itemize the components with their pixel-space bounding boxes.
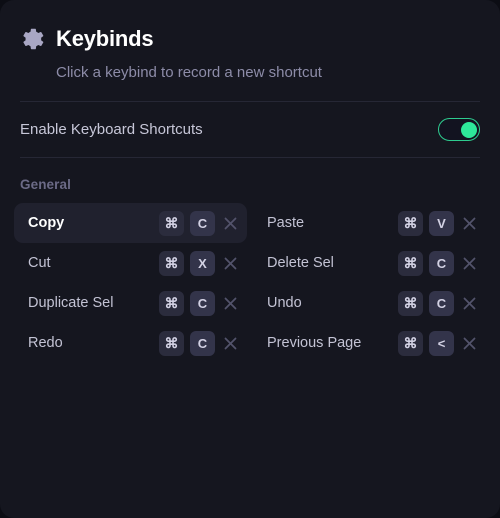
enable-shortcuts-row: Enable Keyboard Shortcuts [0, 102, 500, 157]
keybind-keys[interactable]: ⌘ C [159, 210, 215, 236]
keybind-row[interactable]: Duplicate Sel ⌘ C [14, 283, 247, 323]
gear-icon [20, 27, 44, 51]
keybind-label: Redo [28, 335, 63, 351]
key-chip[interactable]: V [429, 210, 454, 236]
keybind-row[interactable]: Copy ⌘ C [14, 203, 247, 243]
close-icon[interactable] [458, 252, 480, 274]
enable-shortcuts-label: Enable Keyboard Shortcuts [20, 121, 203, 138]
keybind-keys[interactable]: ⌘ < [398, 330, 454, 356]
key-chip-modifier[interactable]: ⌘ [398, 210, 423, 236]
key-chip[interactable]: X [190, 250, 215, 276]
close-icon[interactable] [219, 332, 241, 354]
keybind-keys[interactable]: ⌘ C [398, 290, 454, 316]
key-chip-modifier[interactable]: ⌘ [398, 290, 423, 316]
keybind-keys[interactable]: ⌘ C [159, 330, 215, 356]
key-chip-modifier[interactable]: ⌘ [398, 250, 423, 276]
keybind-label: Delete Sel [267, 255, 334, 271]
keybind-label: Copy [28, 215, 65, 231]
title-row: Keybinds [20, 22, 480, 56]
keybind-label: Previous Page [267, 335, 362, 351]
key-chip-modifier[interactable]: ⌘ [159, 330, 184, 356]
key-chip[interactable]: C [429, 290, 454, 316]
keybind-grid: Copy ⌘ C Paste ⌘ V Cut ⌘ X Delete Sel ⌘ C Duplicate … [0, 203, 500, 363]
close-icon[interactable] [458, 292, 480, 314]
close-icon[interactable] [219, 212, 241, 234]
panel-subtitle: Click a keybind to record a new shortcut [56, 64, 322, 81]
page-title: Keybinds [56, 26, 154, 51]
keybind-keys[interactable]: ⌘ C [159, 290, 215, 316]
keybind-keys[interactable]: ⌘ V [398, 210, 454, 236]
keybind-row[interactable]: Delete Sel ⌘ C [253, 243, 486, 283]
panel-header: Keybinds Click a keybind to record a new… [0, 0, 500, 80]
keybind-label: Paste [267, 215, 305, 231]
key-chip[interactable]: C [429, 250, 454, 276]
close-icon[interactable] [458, 212, 480, 234]
keybind-keys[interactable]: ⌘ C [398, 250, 454, 276]
keybind-row[interactable]: Previous Page ⌘ < [253, 323, 486, 363]
key-chip[interactable]: C [190, 290, 215, 316]
keybind-label: Cut [28, 255, 51, 271]
enable-shortcuts-toggle[interactable] [438, 118, 480, 141]
keybind-label: Undo [267, 295, 302, 311]
key-chip[interactable]: C [190, 330, 215, 356]
keybinds-panel: Keybinds Click a keybind to record a new… [0, 0, 500, 518]
toggle-knob [461, 121, 477, 138]
key-chip-modifier[interactable]: ⌘ [398, 330, 423, 356]
key-chip-modifier[interactable]: ⌘ [159, 210, 184, 236]
close-icon[interactable] [219, 252, 241, 274]
section-title-general: General [20, 177, 71, 192]
keybind-row[interactable]: Cut ⌘ X [14, 243, 247, 283]
key-chip-modifier[interactable]: ⌘ [159, 250, 184, 276]
keybind-row[interactable]: Redo ⌘ C [14, 323, 247, 363]
close-icon[interactable] [458, 332, 480, 354]
keybind-row[interactable]: Undo ⌘ C [253, 283, 486, 323]
keybind-row[interactable]: Paste ⌘ V [253, 203, 486, 243]
keybind-keys[interactable]: ⌘ X [159, 250, 215, 276]
close-icon[interactable] [219, 292, 241, 314]
key-chip[interactable]: C [190, 210, 215, 236]
keybind-label: Duplicate Sel [28, 295, 114, 311]
key-chip[interactable]: < [429, 330, 454, 356]
key-chip-modifier[interactable]: ⌘ [159, 290, 184, 316]
